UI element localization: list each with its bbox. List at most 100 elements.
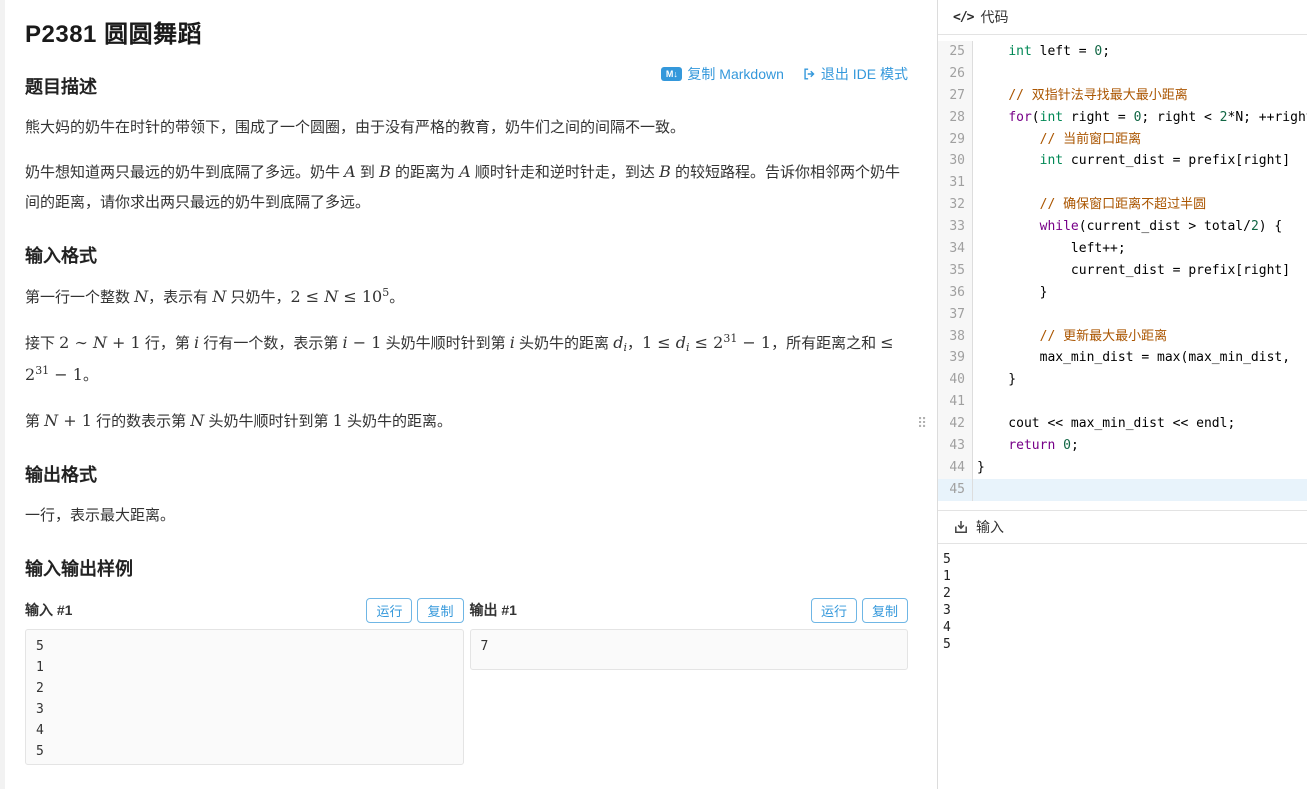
code-token-pl: current_dist = prefix[right] xyxy=(1063,153,1290,168)
sample-input-run-button[interactable]: 运行 xyxy=(366,598,412,623)
math-run: A xyxy=(459,162,471,181)
code-line-text: // 确保窗口距离不超过半圆 xyxy=(973,194,1307,216)
code-line[interactable]: 38 // 更新最大最小距离 xyxy=(938,326,1307,348)
code-token-pl: ; right < xyxy=(1141,110,1219,125)
text-run: 。 xyxy=(389,289,404,306)
line-number: 45 xyxy=(938,479,973,501)
code-token-pl: current_dist = prefix[right] xyxy=(977,263,1290,278)
code-line[interactable]: 42 cout << max_min_dist << endl; xyxy=(938,413,1307,435)
text-run: 头奶牛的距离 xyxy=(515,335,613,352)
text-run: 行的数表示第 xyxy=(92,413,190,430)
line-number: 33 xyxy=(938,216,973,238)
math-run: 1 ≤ xyxy=(642,333,676,352)
markdown-icon: M↓ xyxy=(661,67,682,81)
text-run: 。 xyxy=(83,367,98,384)
code-line[interactable]: 32 // 确保窗口距离不超过半圆 xyxy=(938,194,1307,216)
text-run: 行，第 xyxy=(141,335,194,352)
math-run: 1 xyxy=(333,411,343,430)
code-line-text: left++; xyxy=(973,238,1307,260)
exit-ide-link[interactable]: 退出 IDE 模式 xyxy=(802,64,908,84)
code-line[interactable]: 33 while(current_dist > total/2) { xyxy=(938,216,1307,238)
code-token-pl xyxy=(1055,438,1063,453)
code-token-nu: 2 xyxy=(1251,219,1259,234)
code-line[interactable]: 43 return 0; xyxy=(938,435,1307,457)
code-line[interactable]: 34 left++; xyxy=(938,238,1307,260)
samples-section: 输入 #1 运行 复制 5 1 2 3 4 5 输出 #1 运行 复制 7 xyxy=(25,597,908,765)
sample-output-copy-button[interactable]: 复制 xyxy=(862,598,908,623)
problem-panel: P2381 圆圆舞蹈 M↓ 复制 Markdown 退出 IDE 模式 题目描述… xyxy=(5,0,908,789)
sample-input-box: 5 1 2 3 4 5 xyxy=(25,629,464,765)
text-run: 一行，表示最大距离。 xyxy=(25,507,175,524)
input-panel-title: 输入 xyxy=(976,517,1004,537)
problem-content: 题目描述熊大妈的奶牛在时针的带领下，围成了一个圆圈，由于没有严格的教育，奶牛们之… xyxy=(25,73,908,581)
math-run: A xyxy=(344,162,356,181)
sample-output-column: 输出 #1 运行 复制 7 xyxy=(470,597,909,765)
text-run: ，表示有 xyxy=(148,289,212,306)
text-run: 熊大妈的奶牛在时针的带领下，围成了一个圆圈，由于没有严格的教育，奶牛们之间的间隔… xyxy=(25,119,685,136)
math-run: ≤ 10 xyxy=(338,287,382,306)
code-token-pl: ( xyxy=(1032,110,1040,125)
code-token-pl: right = xyxy=(1063,110,1133,125)
code-line[interactable]: 31 xyxy=(938,172,1307,194)
code-token-co: // 更新最大最小距离 xyxy=(1040,329,1167,344)
code-token-co: // 确保窗口距离不超过半圆 xyxy=(1040,197,1206,212)
code-line-text: cout << max_min_dist << endl; xyxy=(973,413,1307,435)
problem-paragraph: 奶牛想知道两只最远的奶牛到底隔了多远。奶牛 A 到 B 的距离为 A 顺时针走和… xyxy=(25,157,908,218)
code-line-text xyxy=(973,479,1307,501)
math-run: i xyxy=(623,341,627,354)
copy-markdown-link[interactable]: M↓ 复制 Markdown xyxy=(661,64,783,84)
code-line[interactable]: 37 xyxy=(938,304,1307,326)
code-line[interactable]: 40 } xyxy=(938,369,1307,391)
code-token-ty: int xyxy=(1040,153,1063,168)
line-number: 36 xyxy=(938,282,973,304)
text-run: 头奶牛顺时针到第 xyxy=(381,335,509,352)
code-token-pl: ; xyxy=(1071,438,1079,453)
code-line-text: } xyxy=(973,369,1307,391)
line-number: 27 xyxy=(938,85,973,107)
code-line[interactable]: 28 for(int right = 0; right < 2*N; ++rig… xyxy=(938,107,1307,129)
problem-paragraph: 第 N + 1 行的数表示第 N 头奶牛顺时针到第 1 头奶牛的距离。 xyxy=(25,406,908,437)
math-run: 2 ∼ xyxy=(59,333,93,352)
code-token-pl xyxy=(977,88,1008,103)
code-token-pl xyxy=(977,197,1040,212)
code-token-pl: *N; ++right) { xyxy=(1228,110,1307,125)
line-number: 40 xyxy=(938,369,973,391)
code-line-text xyxy=(973,391,1307,413)
code-line[interactable]: 25 int left = 0; xyxy=(938,41,1307,63)
exit-icon xyxy=(802,67,816,81)
code-line[interactable]: 29 // 当前窗口距离 xyxy=(938,129,1307,151)
sample-output-box: 7 xyxy=(470,629,909,670)
code-line[interactable]: 45 xyxy=(938,479,1307,501)
line-number: 34 xyxy=(938,238,973,260)
code-token-pl xyxy=(977,132,1040,147)
math-run: N xyxy=(324,287,338,306)
code-line[interactable]: 35 current_dist = prefix[right] xyxy=(938,260,1307,282)
text-run: ，所有距离之和 xyxy=(771,335,880,352)
copy-markdown-label: 复制 Markdown xyxy=(687,64,783,84)
code-line[interactable]: 41 xyxy=(938,391,1307,413)
code-line[interactable]: 36 } xyxy=(938,282,1307,304)
code-line-text xyxy=(973,172,1307,194)
code-line-text: max_min_dist = max(max_min_dist, xyxy=(973,347,1307,369)
code-editor[interactable]: 25 int left = 0;2627 // 双指针法寻找最大最小距离28 f… xyxy=(938,35,1307,510)
code-line[interactable]: 30 int current_dist = prefix[right] xyxy=(938,150,1307,172)
math-run: i xyxy=(686,341,690,354)
code-token-pl xyxy=(977,110,1008,125)
sample-output-run-button[interactable]: 运行 xyxy=(811,598,857,623)
ide-input-textarea[interactable]: 5 1 2 3 4 5 xyxy=(938,544,1307,789)
math-run: ≤ 2 xyxy=(690,333,724,352)
line-number: 28 xyxy=(938,107,973,129)
code-token-pl xyxy=(977,153,1040,168)
math-run: N xyxy=(93,333,107,352)
sample-input-column: 输入 #1 运行 复制 5 1 2 3 4 5 xyxy=(25,597,464,765)
code-line[interactable]: 27 // 双指针法寻找最大最小距离 xyxy=(938,85,1307,107)
splitter-drag-handle[interactable]: ⠿ xyxy=(917,416,927,432)
code-line[interactable]: 44} xyxy=(938,457,1307,479)
code-line-text: for(int right = 0; right < 2*N; ++right)… xyxy=(973,107,1307,129)
code-token-nu: 2 xyxy=(1220,110,1228,125)
code-line[interactable]: 39 max_min_dist = max(max_min_dist, xyxy=(938,347,1307,369)
line-number: 32 xyxy=(938,194,973,216)
code-line[interactable]: 26 xyxy=(938,63,1307,85)
sample-input-copy-button[interactable]: 复制 xyxy=(417,598,463,623)
math-run: 31 xyxy=(723,332,737,345)
